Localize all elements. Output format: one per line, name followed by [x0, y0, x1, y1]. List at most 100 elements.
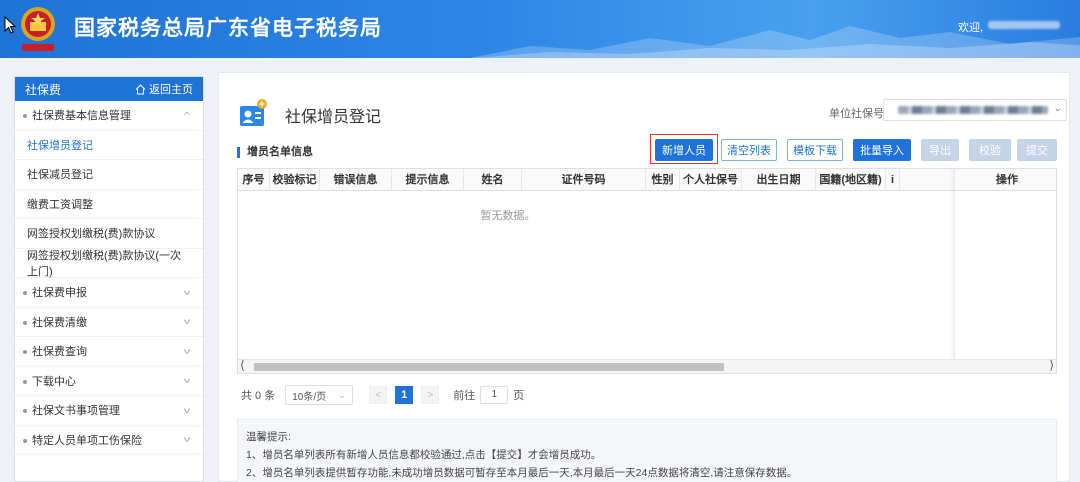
- pagination: 共 0 条 10条/页 ⌄ < 1 > 前往 1 页: [241, 385, 524, 405]
- sidebar-item-label: 社保费查询: [32, 346, 87, 359]
- sidebar-item-query[interactable]: 社保费查询 v: [15, 337, 203, 367]
- scroll-right-arrow-icon[interactable]: ⟩: [1049, 358, 1054, 372]
- sidebar-item-text: 社保费清缴: [23, 314, 87, 330]
- sidebar-item-label: 网签授权划缴税(费)款协议(一次上门): [27, 249, 181, 278]
- sidebar-item-text: 缴费工资调整: [27, 196, 93, 212]
- sidebar-item-wage-adjust[interactable]: 缴费工资调整: [15, 190, 203, 219]
- add-person-button[interactable]: 新增人员: [655, 139, 713, 161]
- page-title: 社保增员登记: [285, 109, 382, 126]
- table-header-action: 操作: [955, 169, 1056, 191]
- sidebar-item-text: 社保减员登记: [27, 166, 93, 182]
- section-title: 增员名单信息: [237, 147, 313, 158]
- export-button[interactable]: 导出: [921, 139, 959, 161]
- mouse-cursor-icon: [4, 16, 16, 34]
- table-header-nationality: 国籍(地区籍): [816, 169, 886, 191]
- sidebar-item-base-info[interactable]: 社保费基本信息管理 ^: [15, 101, 203, 131]
- table-header-personal-ss-number: 个人社保号: [680, 169, 742, 191]
- chevron-down-icon: v: [183, 317, 191, 327]
- batch-import-button[interactable]: 批量导入: [853, 139, 911, 161]
- site-title: 国家税务总局广东省电子税务局: [74, 16, 382, 40]
- horizontal-scrollbar[interactable]: ⟨ ⟩: [238, 358, 1056, 373]
- sidebar-item-download-center[interactable]: 下载中心 v: [15, 367, 203, 396]
- sidebar-item-label: 缴费工资调整: [27, 198, 93, 211]
- home-link[interactable]: 返回主页: [135, 81, 193, 97]
- page-suffix: 页: [513, 390, 525, 402]
- table-header-birth-date: 出生日期: [742, 169, 816, 191]
- table-header-check-mark: 校验标记: [270, 169, 320, 191]
- bullet-dot-icon: [23, 114, 27, 119]
- sidebar-item-document-matters[interactable]: 社保文书事项管理 v: [15, 396, 203, 426]
- verify-button[interactable]: 校验: [969, 139, 1011, 161]
- goto-label: 前往: [453, 390, 476, 402]
- sidebar: 社保费 返回主页 社保费基本信息管理 ^ 社保增员登记 社保减员登记 缴费工资调整网签授…: [14, 76, 204, 482]
- sidebar-item-label: 社保增员登记: [27, 139, 93, 152]
- table-header-error-info: 错误信息: [320, 169, 392, 191]
- sidebar-item-text: 社保费申报: [23, 284, 87, 300]
- sidebar-item-bank-agreement[interactable]: 网签授权划缴税(费)款协议: [15, 219, 203, 249]
- bullet-dot-icon: [23, 409, 27, 414]
- bullet-dot-icon: [23, 350, 27, 355]
- sidebar-item-reduce-staff[interactable]: 社保减员登记: [15, 160, 203, 190]
- main-panel: 社保增员登记 单位社保号: ⌄ 增员名单信息 新增人员 清空列表 模板下载 批量…: [218, 72, 1070, 482]
- chevron-down-icon: ⌄: [337, 389, 347, 401]
- chevron-down-icon: v: [183, 376, 191, 386]
- tax-emblem-logo: [21, 7, 55, 51]
- sidebar-item-add-staff[interactable]: 社保增员登记: [15, 131, 203, 160]
- chevron-down-icon: v: [183, 346, 191, 356]
- bullet-dot-icon: [23, 291, 27, 296]
- sidebar-item-bank-agreement-onsite[interactable]: 网签授权划缴税(费)款协议(一次上门): [15, 247, 203, 279]
- sidebar-item-label: 下载中心: [32, 375, 76, 388]
- sidebar-item-label: 社保费清缴: [32, 316, 87, 329]
- chevron-down-icon: v: [183, 435, 191, 445]
- page-size-value: 10条/页: [292, 391, 327, 403]
- sidebar-item-text: 社保增员登记: [27, 137, 93, 153]
- table-header-name: 姓名: [464, 169, 522, 191]
- table-header-extra: i: [886, 169, 900, 191]
- scrollbar-thumb[interactable]: [254, 363, 724, 371]
- clear-list-button[interactable]: 清空列表: [721, 139, 777, 161]
- sidebar-item-injury-insurance[interactable]: 特定人员单项工伤保险 v: [15, 426, 203, 455]
- chevron-down-icon: ⌄: [1053, 103, 1062, 114]
- sidebar-header: 社保费 返回主页: [15, 77, 203, 101]
- prev-page-button[interactable]: <: [369, 386, 388, 404]
- sidebar-item-label: 社保费基本信息管理: [32, 110, 131, 123]
- top-header: 国家税务总局广东省电子税务局 欢迎,: [0, 0, 1080, 58]
- action-column: 操作: [954, 169, 1056, 373]
- total-count: 共 0 条: [241, 390, 276, 402]
- home-icon: [135, 83, 146, 94]
- chevron-down-icon: v: [183, 405, 191, 415]
- sidebar-item-text: 社保文书事项管理: [23, 402, 120, 418]
- username-blurred[interactable]: [988, 21, 1060, 29]
- sidebar-item-text: 社保费查询: [23, 343, 87, 359]
- staff-table: 序号 校验标记 错误信息 提示信息 姓名 证件号码 性别 个人社保号 出生日期 国籍(地区籍) i …: [237, 168, 1057, 374]
- home-link-label: 返回主页: [149, 84, 193, 96]
- welcome-text: 欢迎,: [958, 22, 984, 34]
- sidebar-item-text: 网签授权划缴税(费)款协议(一次上门): [27, 247, 189, 279]
- sidebar-item-declaration[interactable]: 社保费申报 v: [15, 278, 203, 308]
- template-download-button[interactable]: 模板下载: [787, 139, 843, 161]
- bullet-dot-icon: [23, 438, 27, 443]
- table-header-index: 序号: [238, 169, 270, 191]
- sidebar-item-text: 下载中心: [23, 373, 76, 389]
- submit-button[interactable]: 提交: [1017, 139, 1057, 161]
- current-page-number[interactable]: 1: [395, 386, 414, 404]
- sidebar-item-label: 社保文书事项管理: [32, 405, 120, 418]
- tips-title: 温馨提示:: [246, 431, 291, 443]
- scroll-left-arrow-icon[interactable]: ⟨: [240, 358, 245, 372]
- bullet-dot-icon: [23, 320, 27, 325]
- sidebar-item-label: 特定人员单项工伤保险: [32, 434, 142, 447]
- next-page-button[interactable]: >: [421, 386, 440, 404]
- bullet-dot-icon: [23, 379, 27, 384]
- goto-page-input[interactable]: 1: [480, 386, 509, 404]
- sidebar-item-label: 社保减员登记: [27, 169, 93, 182]
- chevron-down-icon: v: [183, 287, 191, 297]
- table-header-gender: 性别: [646, 169, 680, 191]
- table-header-row: 序号 校验标记 错误信息 提示信息 姓名 证件号码 性别 个人社保号 出生日期 国籍(地区籍) i: [238, 169, 1056, 191]
- sidebar-item-clearance[interactable]: 社保费清缴 v: [15, 308, 203, 337]
- tips-line-1: 1、增员名单列表所有新增人员信息都校验通过,点击【提交】才会增员成功。: [246, 449, 602, 461]
- sidebar-item-text: 特定人员单项工伤保险: [23, 432, 142, 448]
- page-size-select[interactable]: 10条/页 ⌄: [285, 385, 354, 405]
- unit-social-security-select[interactable]: ⌄: [883, 99, 1067, 121]
- table-header-hint-info: 提示信息: [392, 169, 464, 191]
- table-header-id-number: 证件号码: [522, 169, 646, 191]
